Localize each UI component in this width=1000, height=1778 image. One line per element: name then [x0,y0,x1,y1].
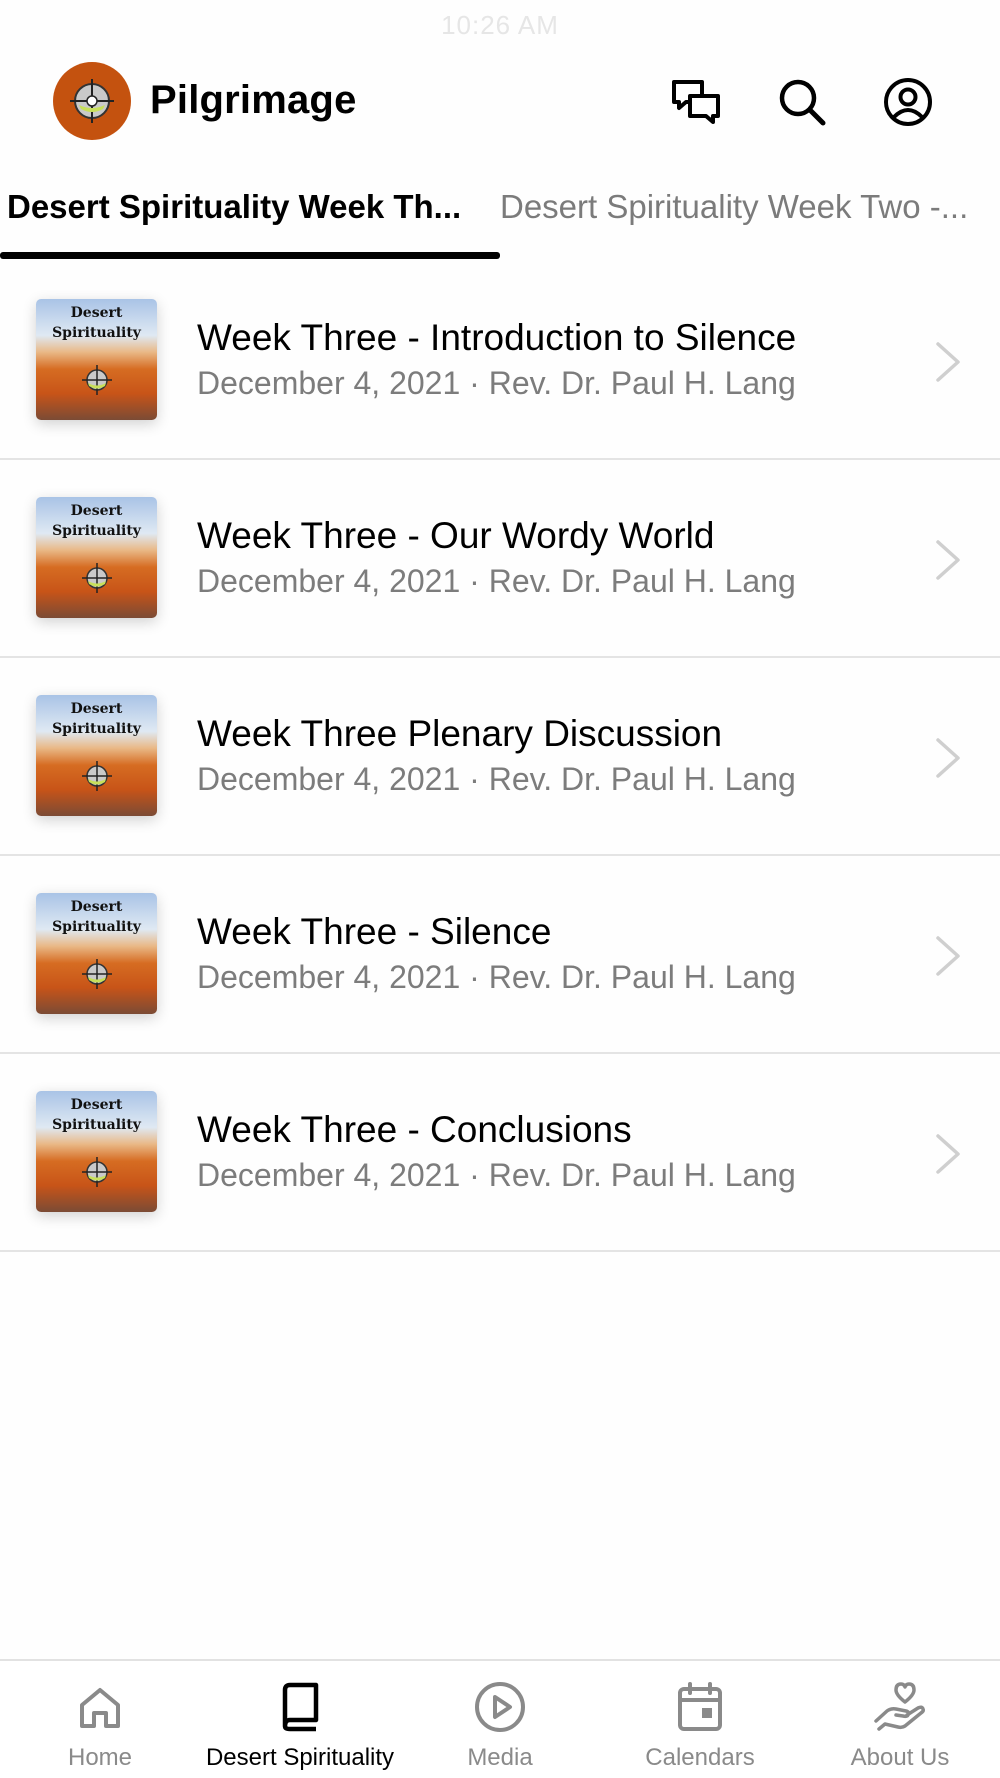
search-button[interactable] [774,74,830,130]
heart-hand-icon [872,1679,928,1735]
search-icon [779,79,826,126]
tab-desert-spirituality-week-three[interactable]: Desert Spirituality Week Th... [7,188,461,226]
thumbnail-title-line1: Desert [70,305,123,321]
media-thumbnail: Desert Spirituality [36,893,157,1014]
media-thumbnail: Desert Spirituality [36,695,157,816]
home-icon [72,1679,128,1735]
nav-label-calendars: Calendars [645,1744,755,1771]
pilgrimage-compass-logo-icon[interactable] [53,62,131,140]
list-item[interactable]: Desert Spirituality Week Three - Silence … [0,856,1000,1054]
list-item[interactable]: Desert Spirituality Week Three - Our Word… [0,460,1000,658]
thumbnail-title-line1: Desert [70,899,123,915]
compass-emblem-icon [82,563,112,593]
thumbnail-title-line1: Desert [70,701,123,717]
compass-emblem-icon [82,761,112,791]
item-meta: December 4, 2021 · Rev. Dr. Paul H. Lang [197,365,796,401]
chevron-right-icon [936,738,960,778]
status-time: 10:26 AM [441,10,559,40]
chevron-right-icon [936,936,960,976]
media-thumbnail: Desert Spirituality [36,299,157,420]
item-title: Week Three - Introduction to Silence [197,317,797,358]
nav-item-calendars[interactable]: Calendars [600,1661,800,1778]
compass-emblem-icon [82,959,112,989]
item-title: Week Three - Silence [197,911,552,952]
list-item[interactable]: Desert Spirituality Week Three - Introduc… [0,262,1000,460]
nav-label-desert-spirituality: Desert Spirituality [205,1744,395,1771]
status-bar: 10:26 AM [0,0,1000,50]
media-list: Desert Spirituality Week Three - Introduc… [0,262,1000,1252]
nav-item-home[interactable]: Home [0,1661,200,1778]
play-icon [472,1679,528,1735]
nav-label-about-us: About Us [850,1744,950,1771]
chat-icon [672,80,720,124]
thumbnail-title-line1: Desert [70,1097,123,1113]
item-title: Week Three Plenary Discussion [197,713,723,754]
chevron-right-icon [936,342,960,382]
compass-emblem-icon [82,365,112,395]
account-icon [884,78,932,126]
chevron-right-icon [936,1134,960,1174]
thumbnail-title-line2: Spirituality [52,919,141,935]
nav-label-media: Media [467,1744,533,1771]
thumbnail-title-line2: Spirituality [52,325,141,341]
book-icon [272,1679,328,1735]
thumbnail-title-line2: Spirituality [52,721,141,737]
app-title: Pilgrimage [150,78,357,122]
item-meta: December 4, 2021 · Rev. Dr. Paul H. Lang [197,1157,796,1193]
thumbnail-title-line2: Spirituality [52,523,141,539]
compass-emblem-icon [82,1157,112,1187]
chevron-right-icon [936,540,960,580]
nav-item-media[interactable]: Media [400,1661,600,1778]
item-title: Week Three - Our Wordy World [197,515,715,556]
chat-button[interactable] [668,74,724,130]
list-item[interactable]: Desert Spirituality Week Three - Conclusi… [0,1054,1000,1252]
media-thumbnail: Desert Spirituality [36,497,157,618]
item-meta: December 4, 2021 · Rev. Dr. Paul H. Lang [197,959,796,995]
app-header: Pilgrimage [0,60,1000,142]
bottom-nav: Home Desert Spirituality Media Calendars… [0,1659,1000,1778]
media-thumbnail: Desert Spirituality [36,1091,157,1212]
nav-item-about-us[interactable]: About Us [800,1661,1000,1778]
nav-item-desert-spirituality[interactable]: Desert Spirituality [200,1661,400,1778]
thumbnail-title-line2: Spirituality [52,1117,141,1133]
active-tab-indicator [0,252,500,259]
list-item[interactable]: Desert Spirituality Week Three Plenary Di… [0,658,1000,856]
account-button[interactable] [880,74,936,130]
thumbnail-title-line1: Desert [70,503,123,519]
item-title: Week Three - Conclusions [197,1109,632,1150]
calendar-icon [672,1679,728,1735]
tab-desert-spirituality-week-two[interactable]: Desert Spirituality Week Two -... [500,188,968,226]
item-meta: December 4, 2021 · Rev. Dr. Paul H. Lang [197,563,796,599]
collection-tabs: Desert Spirituality Week Th... Desert Sp… [0,180,1000,262]
nav-label-home: Home [67,1744,133,1771]
item-meta: December 4, 2021 · Rev. Dr. Paul H. Lang [197,761,796,797]
